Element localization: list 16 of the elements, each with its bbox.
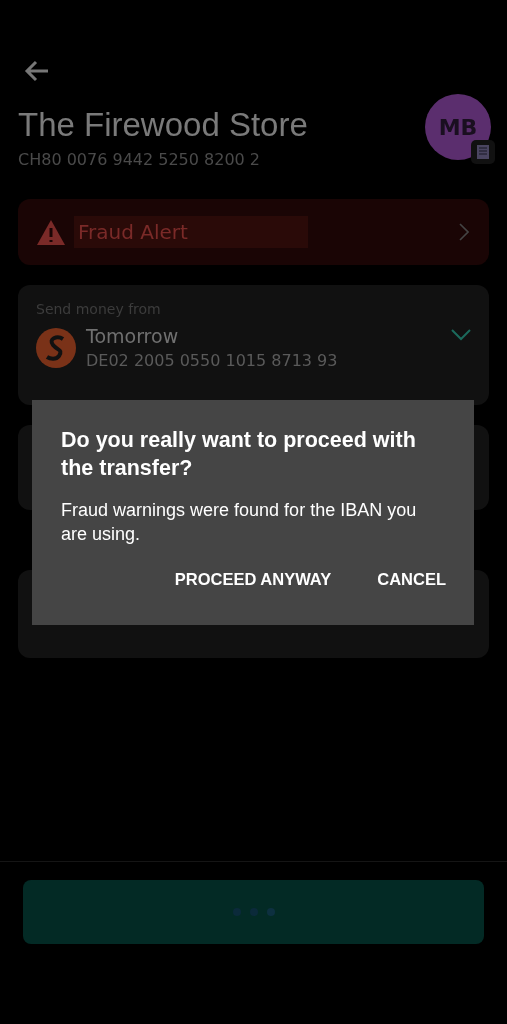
account-iban: DE02 2005 0550 1015 8713 93 xyxy=(86,351,339,370)
proceed-button[interactable]: PROCEED ANYWAY xyxy=(166,562,340,597)
cancel-button[interactable]: CANCEL xyxy=(369,562,454,597)
payee-name: The Firewood Store xyxy=(18,106,308,144)
bank-logo-icon xyxy=(36,327,76,368)
loading-dots-icon xyxy=(231,907,276,917)
dialog-message: Fraud warnings were found for the IBAN you are using. xyxy=(61,499,418,546)
avatar: MB xyxy=(425,94,491,160)
chevron-right-icon xyxy=(459,223,469,241)
dialog-title: Do you really want to proceed with the transfer? xyxy=(61,427,417,482)
account-name: Tomorrow xyxy=(86,325,180,347)
fraud-alert-label: Fraud Alert xyxy=(74,216,308,248)
warning-icon xyxy=(36,218,66,246)
payee-iban: CH80 0076 9442 5250 8200 2 xyxy=(18,150,262,169)
bank-icon xyxy=(471,140,495,164)
chevron-down-icon[interactable] xyxy=(451,329,471,341)
